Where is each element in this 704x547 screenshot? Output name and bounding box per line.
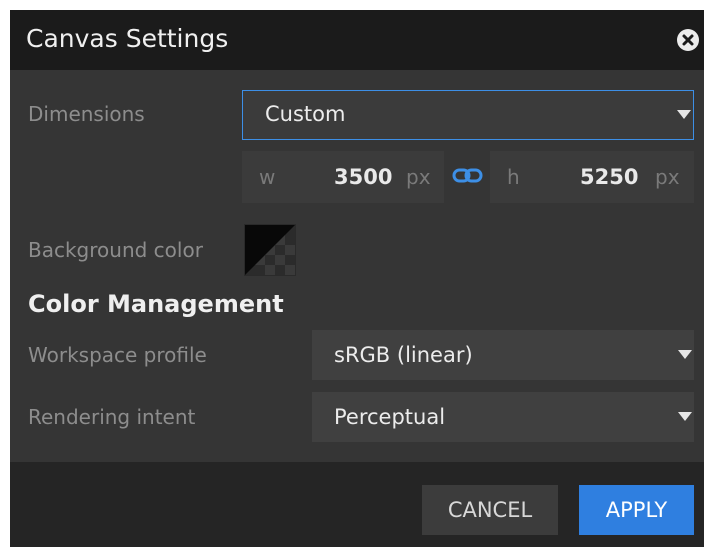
workspace-profile-label: Workspace profile <box>28 343 207 367</box>
apply-button[interactable]: APPLY <box>579 485 694 535</box>
workspace-profile-select[interactable]: sRGB (linear) <box>312 330 694 380</box>
height-value: 5250 <box>580 165 639 189</box>
close-icon[interactable] <box>677 29 699 51</box>
canvas-settings-dialog: Canvas Settings Dimensions Custom w 3500… <box>10 10 704 547</box>
dimensions-label: Dimensions <box>28 102 145 126</box>
rendering-intent-select[interactable]: Perceptual <box>312 392 694 442</box>
link-icon[interactable] <box>450 164 486 188</box>
width-field-letter: w <box>259 165 276 189</box>
height-field[interactable]: h 5250 px <box>490 151 694 203</box>
background-color-label: Background color <box>28 238 203 262</box>
height-field-letter: h <box>507 165 520 189</box>
width-value: 3500 <box>334 165 393 189</box>
workspace-profile-value: sRGB (linear) <box>334 343 473 367</box>
cancel-button[interactable]: CANCEL <box>422 485 558 535</box>
dimensions-preset-select[interactable]: Custom <box>242 90 694 140</box>
rendering-intent-label: Rendering intent <box>28 405 196 429</box>
dialog-title: Canvas Settings <box>26 24 229 53</box>
color-management-heading: Color Management <box>28 290 284 318</box>
dialog-titlebar: Canvas Settings <box>10 10 704 70</box>
rendering-intent-value: Perceptual <box>334 405 446 429</box>
width-field[interactable]: w 3500 px <box>242 151 444 203</box>
width-unit: px <box>406 165 431 189</box>
dimensions-preset-value: Custom <box>265 102 346 126</box>
height-unit: px <box>655 165 680 189</box>
background-color-swatch[interactable] <box>244 224 296 276</box>
